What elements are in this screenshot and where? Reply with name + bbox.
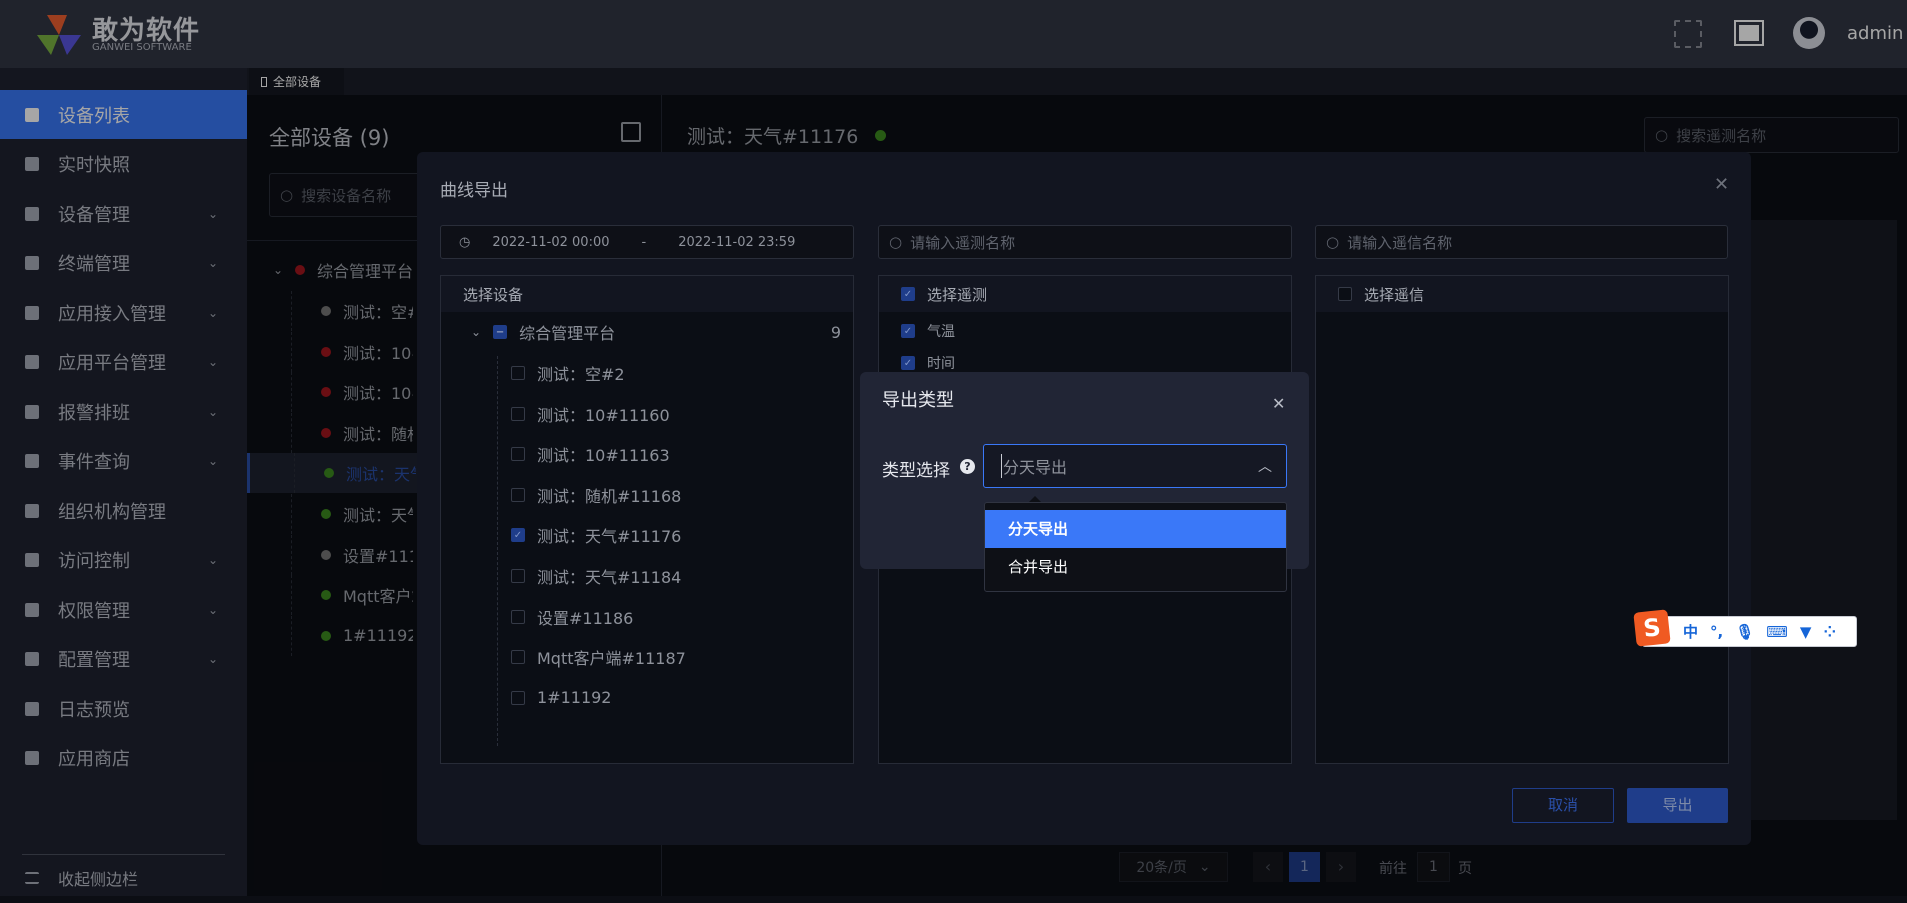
cancel-button[interactable]: 取消 bbox=[1512, 788, 1614, 823]
telemetry-name-input[interactable]: ○ 请输入遥测名称 bbox=[878, 225, 1292, 259]
panel-header: ✓ 选择遥测 bbox=[879, 276, 1291, 312]
checkbox[interactable]: ✓ bbox=[901, 356, 915, 370]
device-checkbox-item[interactable]: 测试：空#2 bbox=[511, 355, 625, 391]
export-button[interactable]: 导出 bbox=[1627, 788, 1728, 823]
device-checkbox-item[interactable]: 1#11192 bbox=[511, 680, 611, 716]
tree-root[interactable]: ⌄ − 综合管理平台 9 bbox=[471, 314, 841, 350]
ime-toolbar[interactable]: S 中 °, 🎙︎ ⌨︎ ▼ ⁘ bbox=[1633, 609, 1857, 647]
checkbox[interactable]: ✓ bbox=[511, 528, 525, 543]
checkbox[interactable] bbox=[511, 406, 525, 421]
tree-root-label: 综合管理平台 bbox=[519, 324, 616, 343]
device-checkbox-item[interactable]: 测试：天气#11184 bbox=[511, 558, 681, 594]
type-select[interactable]: 分天导出 ︿ bbox=[983, 444, 1287, 488]
placeholder: 请输入遥信名称 bbox=[1347, 233, 1453, 252]
telemetry-label: 时间 bbox=[927, 356, 955, 372]
device-label: 测试：10#11163 bbox=[537, 446, 670, 466]
help-icon[interactable]: ? bbox=[960, 459, 975, 474]
checkbox[interactable] bbox=[511, 447, 525, 462]
panel-header-label: 选择设备 bbox=[463, 285, 524, 304]
device-label: 测试：天气#11184 bbox=[537, 568, 682, 587]
option-merged-export[interactable]: 合并导出 bbox=[985, 548, 1286, 586]
toolbox-icon[interactable]: ⁘ bbox=[1823, 623, 1836, 641]
microphone-icon[interactable]: 🎙︎ bbox=[1735, 623, 1754, 641]
close-icon[interactable]: ✕ bbox=[1714, 174, 1729, 195]
date-range-picker[interactable]: ◷ 2022-11-02 00:00 - 2022-11-02 23:59 bbox=[440, 225, 854, 259]
panel-header-label: 选择遥信 bbox=[1364, 285, 1425, 304]
select-all-checkbox[interactable]: ✓ bbox=[901, 287, 915, 301]
option-daily-export[interactable]: 分天导出 bbox=[985, 510, 1286, 548]
type-dropdown: 分天导出 合并导出 bbox=[984, 502, 1287, 592]
sogou-logo-icon: S bbox=[1633, 609, 1671, 647]
device-label: 测试：10#11160 bbox=[537, 405, 670, 425]
checkbox[interactable] bbox=[511, 690, 525, 705]
close-icon[interactable]: ✕ bbox=[1272, 394, 1285, 413]
select-all-checkbox[interactable] bbox=[1338, 287, 1352, 301]
panel-header-label: 选择遥测 bbox=[927, 285, 988, 304]
device-label: 1#11192 bbox=[537, 688, 612, 708]
checkbox[interactable] bbox=[511, 487, 525, 502]
search-icon: ○ bbox=[889, 233, 903, 251]
device-checkbox-item[interactable]: 测试：10#11160 bbox=[511, 396, 670, 432]
telemetry-checkbox-item[interactable]: ✓ 气温 bbox=[901, 313, 955, 349]
device-label: Mqtt客户端#11187 bbox=[537, 649, 686, 669]
panel-header: 选择遥信 bbox=[1316, 276, 1728, 312]
tree-root-count: 9 bbox=[830, 322, 841, 342]
checkbox[interactable] bbox=[511, 650, 525, 665]
checkbox[interactable]: ✓ bbox=[901, 324, 915, 338]
keyboard-icon[interactable]: ⌨︎ bbox=[1766, 623, 1788, 641]
date-start[interactable]: 2022-11-02 00:00 bbox=[492, 235, 609, 250]
ime-punctuation[interactable]: °, bbox=[1710, 623, 1723, 641]
type-select-value: 分天导出 bbox=[1001, 454, 1067, 478]
skin-icon[interactable]: ▼ bbox=[1800, 623, 1812, 641]
chevron-down-icon: ⌄ bbox=[471, 325, 482, 339]
placeholder: 请输入遥测名称 bbox=[910, 233, 1016, 252]
chevron-up-icon: ︿ bbox=[1258, 459, 1272, 475]
device-label: 设置#11186 bbox=[537, 608, 634, 628]
device-checkbox-item[interactable]: 设置#11186 bbox=[511, 599, 633, 635]
device-label: 测试：随机#11168 bbox=[537, 486, 682, 506]
date-separator: - bbox=[641, 234, 647, 250]
device-checkbox-item[interactable]: 测试：10#11163 bbox=[511, 436, 670, 472]
device-checkbox-item[interactable]: 测试：随机#11168 bbox=[511, 477, 681, 513]
signal-select-panel: 选择遥信 bbox=[1315, 275, 1729, 764]
device-label: 测试：空#2 bbox=[537, 365, 625, 384]
checkbox[interactable] bbox=[511, 366, 525, 380]
tree-guide bbox=[497, 356, 498, 746]
checkbox[interactable] bbox=[511, 609, 525, 624]
device-select-panel: 选择设备 ⌄ − 综合管理平台 9 测试：空#2 测试：10#11160 测试：10… bbox=[440, 275, 854, 764]
ime-mode[interactable]: 中 bbox=[1683, 621, 1698, 642]
type-label: 类型选择 bbox=[882, 461, 950, 481]
checkbox[interactable] bbox=[511, 569, 525, 583]
date-end[interactable]: 2022-11-02 23:59 bbox=[678, 235, 795, 250]
indeterminate-checkbox[interactable]: − bbox=[493, 325, 508, 339]
telemetry-label: 气温 bbox=[927, 324, 955, 340]
device-label: 测试：天气#11176 bbox=[537, 527, 682, 547]
dialog-title: 导出类型 bbox=[882, 390, 954, 411]
device-checkbox-item[interactable]: ✓ 测试：天气#11176 bbox=[511, 517, 681, 553]
dialog-title: 曲线导出 bbox=[440, 181, 508, 201]
search-icon: ○ bbox=[1326, 233, 1340, 251]
panel-header: 选择设备 bbox=[441, 276, 853, 312]
device-checkbox-item[interactable]: Mqtt客户端#11187 bbox=[511, 639, 686, 675]
clock-icon: ◷ bbox=[459, 234, 471, 250]
signal-name-input[interactable]: ○ 请输入遥信名称 bbox=[1315, 225, 1728, 259]
